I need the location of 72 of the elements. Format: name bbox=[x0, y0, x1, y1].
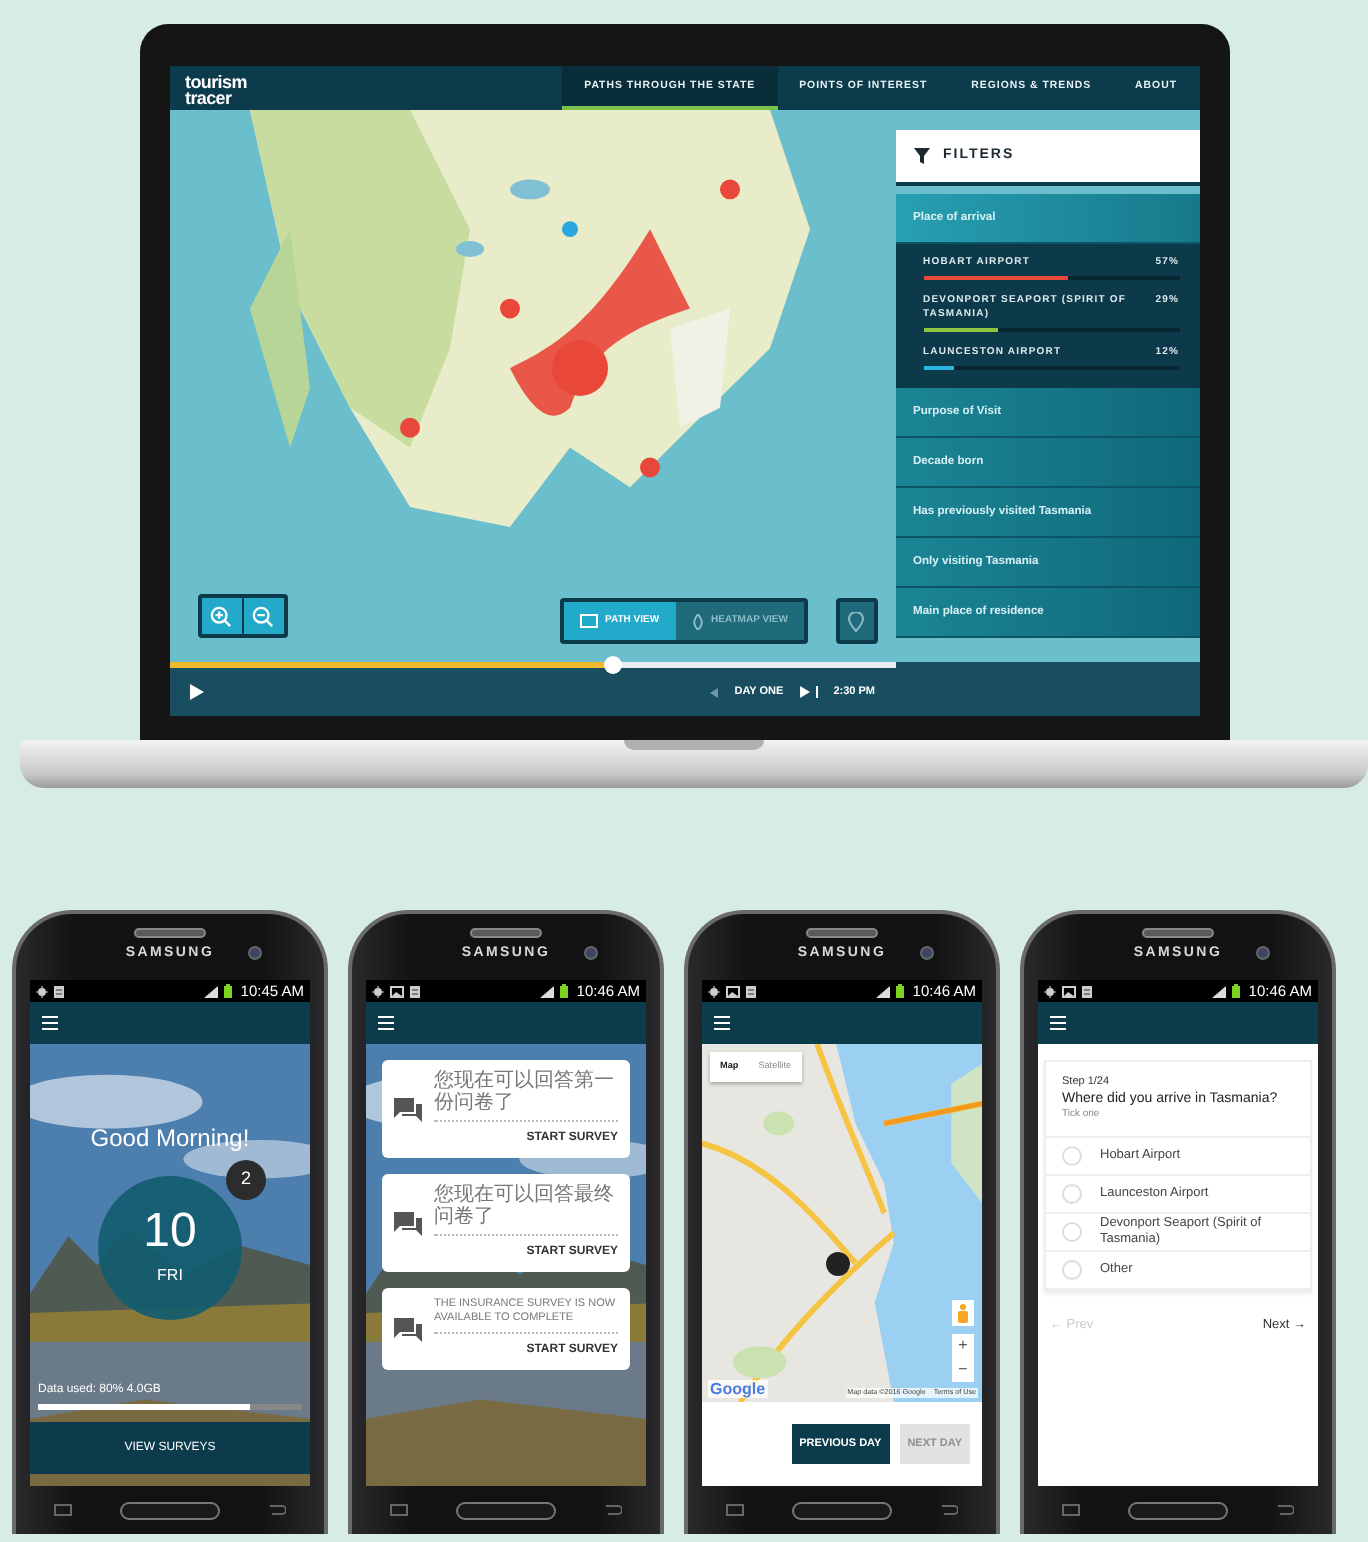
image-icon bbox=[1062, 985, 1076, 997]
zoom-out-icon bbox=[252, 605, 274, 627]
back-key-icon[interactable] bbox=[940, 1504, 958, 1516]
drop-icon bbox=[691, 613, 704, 629]
menu-icon[interactable] bbox=[42, 1016, 58, 1030]
camera-lens bbox=[584, 946, 598, 960]
radio-button[interactable] bbox=[1062, 1145, 1082, 1166]
zoom-out-button[interactable] bbox=[243, 598, 283, 634]
image-icon bbox=[726, 985, 740, 997]
filter-icon bbox=[913, 148, 929, 164]
back-key-icon[interactable] bbox=[268, 1504, 286, 1516]
speaker-grille bbox=[806, 928, 878, 939]
gps-icon bbox=[708, 985, 720, 997]
chat-icon bbox=[394, 1317, 422, 1341]
weekday-label: FRI bbox=[157, 1264, 183, 1288]
menu-icon[interactable] bbox=[1050, 1016, 1066, 1030]
signal-icon bbox=[204, 985, 219, 997]
day-number: 10 bbox=[143, 1208, 197, 1256]
location-button[interactable] bbox=[835, 598, 877, 644]
radio-button[interactable] bbox=[1062, 1221, 1082, 1242]
menu-key-icon[interactable] bbox=[390, 1504, 408, 1516]
battery-icon bbox=[1232, 984, 1241, 998]
map-logo: Google bbox=[708, 1380, 768, 1398]
street-view-button[interactable] bbox=[952, 1300, 974, 1326]
greeting-text: Good Morning! bbox=[88, 1122, 252, 1156]
chat-icon bbox=[394, 1097, 422, 1121]
menu-icon[interactable] bbox=[714, 1016, 730, 1030]
gps-icon bbox=[36, 985, 48, 997]
menu-key-icon[interactable] bbox=[1062, 1504, 1080, 1516]
speaker-grille bbox=[470, 928, 542, 939]
logo: tourism tracer bbox=[183, 70, 249, 110]
battery-icon bbox=[560, 984, 569, 998]
radio-button[interactable] bbox=[1062, 1183, 1082, 1204]
chat-icon bbox=[394, 1211, 422, 1235]
document-icon bbox=[410, 985, 420, 997]
survey-message: 您现在可以回答最终问卷了 bbox=[434, 1184, 618, 1236]
home-button[interactable] bbox=[1128, 1501, 1228, 1519]
gps-icon bbox=[372, 985, 384, 997]
speaker-grille bbox=[134, 928, 206, 939]
document-icon bbox=[746, 985, 756, 997]
person-icon bbox=[958, 1303, 968, 1323]
next-icon[interactable] bbox=[799, 686, 818, 698]
document-icon bbox=[54, 985, 64, 997]
back-key-icon[interactable] bbox=[1276, 1504, 1294, 1516]
home-button[interactable] bbox=[456, 1501, 556, 1519]
previous-icon[interactable] bbox=[710, 687, 719, 697]
camera-lens bbox=[920, 946, 934, 960]
zoom-in-icon bbox=[210, 605, 232, 627]
camera-lens bbox=[248, 946, 262, 960]
screen-icon bbox=[579, 614, 597, 628]
camera-lens bbox=[1256, 946, 1270, 960]
zoom-in-button[interactable] bbox=[201, 598, 241, 634]
gps-icon bbox=[1044, 985, 1056, 997]
image-icon bbox=[390, 985, 404, 997]
menu-icon[interactable] bbox=[378, 1016, 394, 1030]
home-button[interactable] bbox=[792, 1501, 892, 1519]
home-button[interactable] bbox=[120, 1501, 220, 1519]
signal-icon bbox=[540, 985, 555, 997]
signal-icon bbox=[876, 985, 891, 997]
survey-message: 您现在可以回答第一份问卷了 bbox=[434, 1070, 618, 1122]
location-marker-icon bbox=[826, 1252, 850, 1276]
back-key-icon[interactable] bbox=[604, 1504, 622, 1516]
battery-icon bbox=[224, 984, 233, 998]
menu-key-icon[interactable] bbox=[726, 1504, 744, 1516]
radio-button[interactable] bbox=[1062, 1259, 1082, 1280]
battery-icon bbox=[896, 984, 905, 998]
speaker-grille bbox=[1142, 928, 1214, 939]
signal-icon bbox=[1212, 985, 1227, 997]
menu-key-icon[interactable] bbox=[54, 1504, 72, 1516]
document-icon bbox=[1082, 985, 1092, 997]
play-icon[interactable] bbox=[189, 684, 203, 700]
location-pin-icon bbox=[848, 611, 864, 631]
